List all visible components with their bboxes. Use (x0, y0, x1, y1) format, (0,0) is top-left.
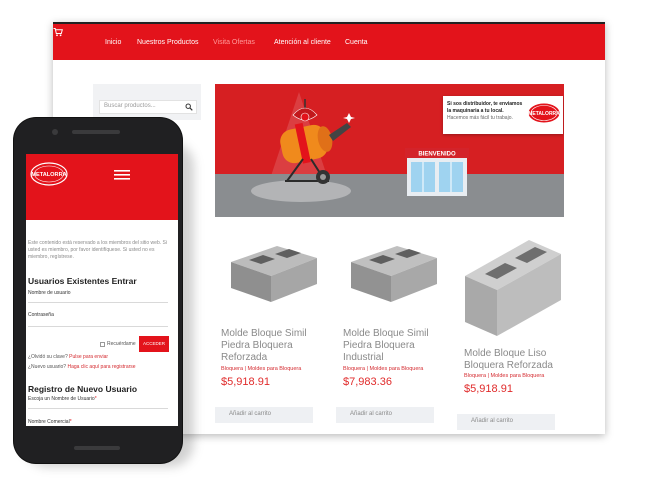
login-button[interactable]: ACCEDER (139, 336, 169, 352)
register-username-label-row: Escoja un Nombre de Usuario* (28, 396, 97, 402)
product-name-1[interactable]: Molde Bloque Simil Piedra Bloquera Refor… (221, 328, 331, 364)
camera-icon (52, 129, 58, 135)
product-price-1: $5,918.91 (221, 376, 270, 388)
product-category-2[interactable]: Bloquera | Moldes para Bloquera (343, 366, 453, 372)
add-to-cart-label-1: Añadir al carrito (229, 411, 272, 417)
phone-home-bar (74, 446, 120, 450)
product-name-2[interactable]: Molde Bloque Simil Piedra Bloquera Indus… (343, 328, 453, 364)
product-image-1[interactable] (225, 232, 325, 304)
remember-me-checkbox[interactable] (100, 342, 105, 347)
banner-message: Si sos distribuidor, te enviamos la maqu… (443, 96, 563, 134)
store-sign: BIENVENIDO (418, 152, 456, 158)
add-to-cart-button-3[interactable]: Añadir al carrito (457, 414, 555, 430)
nav-inicio[interactable]: Inicio (105, 39, 121, 46)
register-section-title: Registro de Nuevo Usuario (28, 384, 138, 394)
register-username-label: Escoja un Nombre de Usuario (28, 396, 95, 402)
product-price-3: $5,918.91 (464, 383, 513, 395)
commercial-name-label: Nombre Comercial (28, 419, 70, 425)
mobile-screen: METALORRA Este contenido está reservado … (26, 154, 178, 426)
gift-mixer-illustration (280, 99, 355, 184)
password-field[interactable] (28, 326, 168, 327)
username-field[interactable] (28, 302, 168, 303)
new-user-text: ¿Nuevo usuario? (28, 364, 67, 370)
login-button-label: ACCEDER (142, 341, 165, 346)
nav-visita-ofertas[interactable]: Visita Ofertas (213, 39, 255, 46)
username-label: Nombre de usuario (28, 290, 71, 296)
login-section-title: Usuarios Existentes Entrar (28, 276, 137, 286)
nav-productos[interactable]: Nuestros Productos (137, 39, 198, 46)
banner-line-1: Si sos distribuidor, te enviamos (447, 101, 523, 107)
add-to-cart-button-1[interactable]: Añadir al carrito (215, 407, 313, 423)
register-username-field[interactable] (28, 408, 168, 409)
product-category-3[interactable]: Bloquera | Moldes para Bloquera (464, 373, 574, 379)
remember-me-label: Recuérdame (107, 341, 136, 347)
nav-atencion-cliente[interactable]: Atención al cliente (274, 39, 331, 46)
store-illustration: BIENVENIDO (405, 148, 469, 196)
search-icon[interactable] (185, 103, 193, 111)
search-placeholder: Buscar productos... (104, 103, 156, 109)
banner-logo-text: METALORRA (528, 111, 560, 117)
members-only-notice: Este contenido está reservado a los miem… (28, 240, 167, 260)
product-category-1[interactable]: Bloquera | Moldes para Bloquera (221, 366, 331, 372)
new-user-row: ¿Nuevo usuario? Haga clic aquí para regi… (28, 364, 136, 370)
composite-mockup: Inicio Nuestros Productos Visita Ofertas… (0, 0, 648, 483)
product-image-3[interactable] (461, 236, 565, 342)
banner-line-3: Hacemos más fácil tu trabajo. (447, 115, 513, 121)
phone-speaker (72, 130, 120, 134)
mobile-logo-text: METALORRA (31, 172, 66, 178)
cart-icon[interactable] (53, 27, 63, 37)
banner-line-2: la maquinaria a tu local. (447, 108, 504, 114)
required-mark: * (94, 396, 97, 402)
metalorra-logo[interactable]: METALORRA (30, 162, 68, 186)
top-nav-bar: Inicio Nuestros Productos Visita Ofertas… (53, 22, 605, 60)
add-to-cart-button-2[interactable]: Añadir al carrito (336, 407, 434, 423)
product-image-2[interactable] (345, 232, 445, 304)
nav-cuenta[interactable]: Cuenta (345, 39, 368, 46)
required-mark: * (69, 419, 72, 425)
add-to-cart-label-3: Añadir al carrito (471, 418, 514, 424)
metalorra-logo: METALORRA (527, 102, 561, 124)
product-name-3[interactable]: Molde Bloque Liso Bloquera Reforzada (464, 348, 574, 372)
forgot-password-link[interactable]: Pulse para enviar (69, 354, 108, 360)
hamburger-menu-icon[interactable] (114, 170, 130, 180)
password-label: Contraseña (28, 312, 54, 318)
register-link[interactable]: Haga clic aquí para registrarse (67, 364, 135, 370)
forgot-password-text: ¿Olvidó su clave? (28, 354, 68, 360)
add-to-cart-label-2: Añadir al carrito (350, 411, 393, 417)
product-price-2: $7,983.36 (343, 376, 392, 388)
commercial-name-label-row: Nombre Comercial* (28, 419, 72, 425)
search-input[interactable]: Buscar productos... (99, 100, 197, 114)
mobile-header: METALORRA (26, 154, 178, 220)
forgot-password-row: ¿Olvidó su clave? Pulse para enviar (28, 354, 108, 360)
hero-banner[interactable]: BIENVENIDO Si sos distribuidor, te envia… (215, 84, 564, 217)
